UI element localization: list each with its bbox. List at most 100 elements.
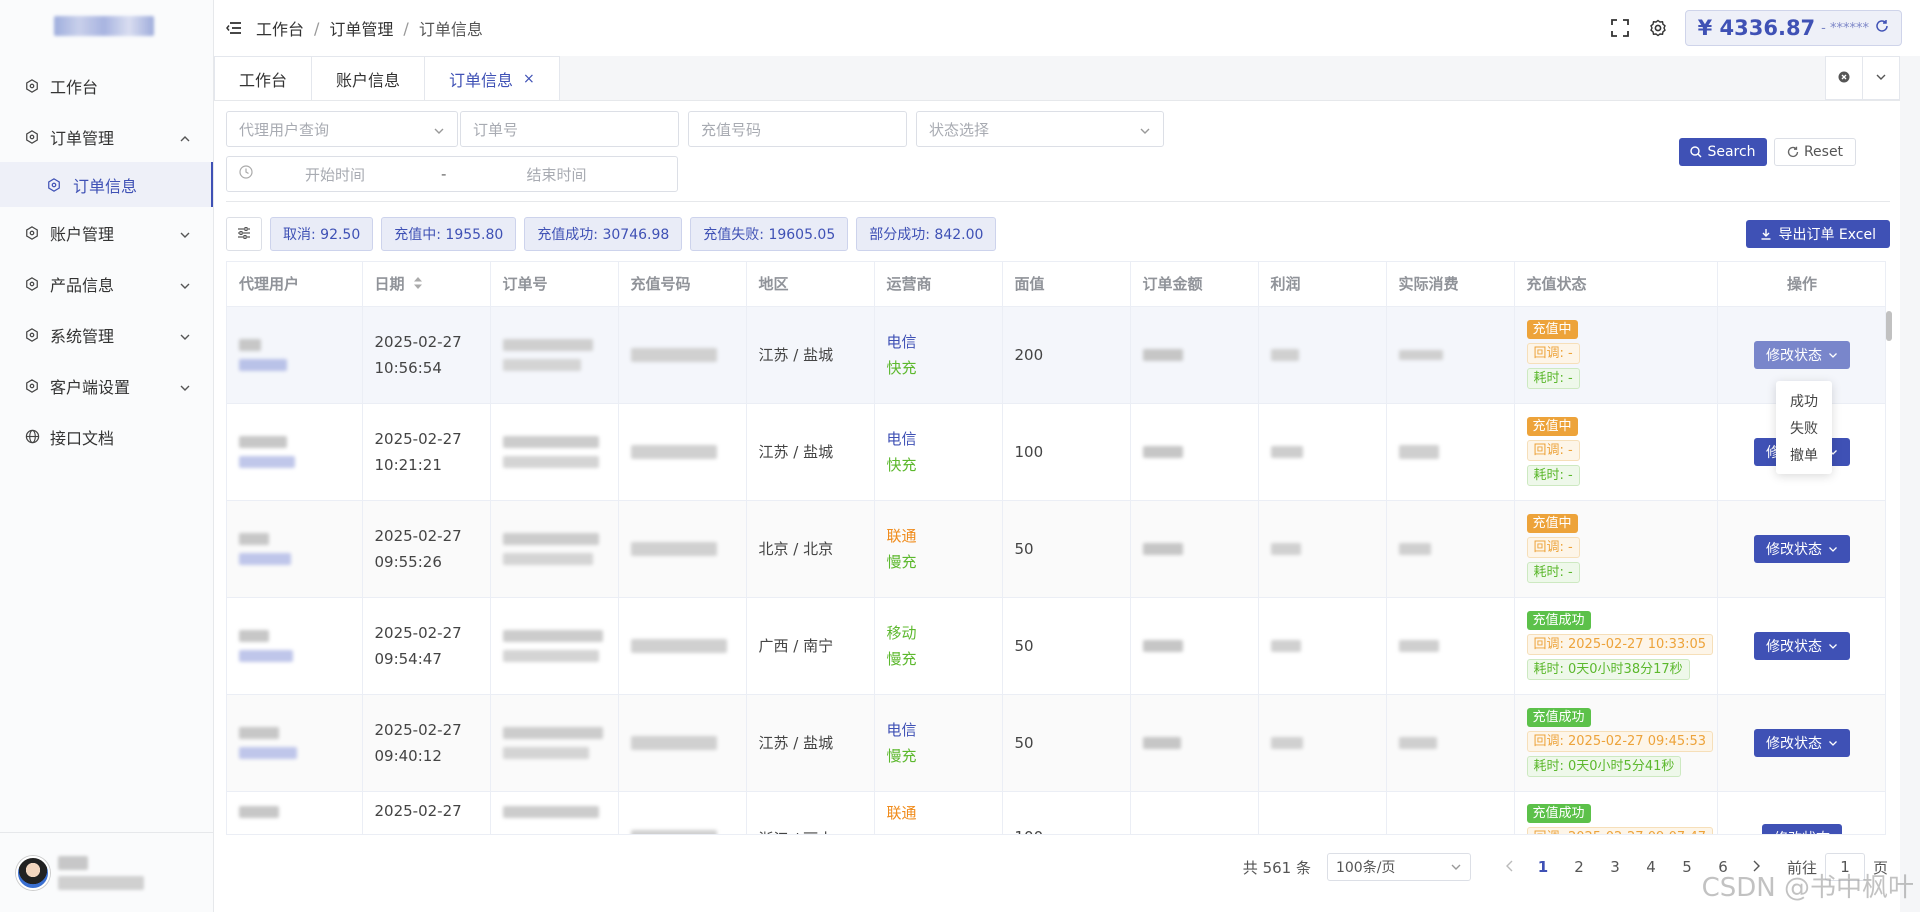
breadcrumb-item[interactable]: 订单管理: [329, 16, 393, 40]
balance-amount: ¥ 4336.87: [1697, 16, 1816, 40]
callback-badge: 回调: -: [1526, 343, 1580, 364]
chevron-down-icon: [1828, 544, 1838, 554]
order-amount-cell: [1130, 403, 1259, 501]
tab-order-info[interactable]: 订单信息 ×: [424, 56, 560, 100]
reset-button[interactable]: Reset: [1774, 138, 1856, 166]
page-size-select[interactable]: 100条/页: [1326, 853, 1471, 881]
table-row[interactable]: 2025-02-27 09:40:12 江苏 / 盐城 电信 慢充 50 充值成功回…: [227, 694, 1885, 792]
page-button[interactable]: 2: [1561, 858, 1597, 876]
recharge-number-cell: [618, 597, 747, 695]
column-header: 代理用户: [227, 262, 363, 307]
modify-status-button[interactable]: 修改状态: [1762, 823, 1842, 834]
date-range-picker[interactable]: 开始时间 - 结束时间: [226, 156, 678, 192]
end-time-placeholder: 结束时间: [526, 165, 587, 184]
agent-user-select[interactable]: 代理用户查询: [226, 111, 458, 147]
status-badge: 充值中: [1526, 417, 1578, 436]
order-number-placeholder: 订单号: [473, 120, 519, 139]
status-placeholder: 状态选择: [929, 120, 990, 139]
sort-icon[interactable]: [413, 276, 423, 294]
page-button[interactable]: 4: [1633, 858, 1669, 876]
tab-workbench[interactable]: 工作台: [214, 56, 313, 100]
face-value-cell: 50: [1002, 597, 1131, 695]
user-profile[interactable]: [0, 832, 214, 912]
callback-badge: 回调: -: [1526, 440, 1580, 461]
recharge-number-input[interactable]: 充值号码: [688, 111, 907, 147]
sidebar-item-order-info[interactable]: 订单信息: [0, 162, 213, 207]
order-number-input[interactable]: 订单号: [460, 111, 679, 147]
table-row[interactable]: 2025-02-27 10:21:21 江苏 / 盐城 电信 快充 100 充值中回…: [227, 403, 1885, 501]
breadcrumb-item[interactable]: 工作台: [256, 16, 304, 40]
table-scrollbar[interactable]: [1886, 311, 1892, 811]
agent-cell: [227, 306, 363, 404]
main-content: 代理用户查询 订单号 充值号码 状态选择 开始时间 - 结束时间 Search …: [214, 100, 1900, 912]
menu-fold-icon[interactable]: [226, 19, 244, 37]
watermark: CSDN @书中枫叶: [1701, 873, 1914, 903]
callback-badge: 回调: 2025-02-27 10:33:05: [1526, 634, 1714, 655]
action-cell: 修改状态: [1717, 791, 1885, 834]
sidebar-item-client-settings[interactable]: 客户端设置: [0, 360, 213, 411]
modify-status-button[interactable]: 修改状态: [1754, 728, 1850, 757]
gear-icon[interactable]: [1647, 17, 1669, 39]
page-button[interactable]: 5: [1669, 858, 1705, 876]
refresh-icon[interactable]: [1875, 19, 1889, 37]
column-header: 充值号码: [618, 262, 747, 307]
status-cell: 充值中 回调: - 耗时: -: [1514, 306, 1718, 404]
action-cell: 修改状态: [1717, 597, 1885, 695]
chevron-down-icon: [179, 227, 191, 239]
chevron-up-icon: [179, 131, 191, 143]
table-row[interactable]: 2025-02-27 浙江 / 丽水 联通 100 充值成功回调: 2025-0…: [227, 791, 1885, 834]
sidebar-item-account-management[interactable]: 账户管理: [0, 207, 213, 258]
fullscreen-icon[interactable]: [1609, 17, 1631, 39]
sidebar-item-label: 工作台: [50, 77, 99, 97]
table-row[interactable]: 2025-02-27 09:55:26 北京 / 北京 联通 慢充 50 充值中 回调…: [227, 500, 1885, 598]
chevron-down-icon: [1828, 350, 1838, 360]
export-excel-button[interactable]: 导出订单 Excel: [1746, 220, 1890, 248]
divider: [226, 201, 1890, 202]
search-button[interactable]: Search: [1679, 138, 1767, 166]
table-row[interactable]: 2025-02-27 10:56:54 江苏 / 盐城 电信 快充 200 充值中回…: [227, 306, 1885, 404]
status-badge: 充值成功: [1526, 803, 1591, 823]
status-select[interactable]: 状态选择: [916, 111, 1164, 147]
column-settings-button[interactable]: [226, 217, 262, 251]
modify-status-button[interactable]: 修改状态: [1754, 340, 1850, 369]
page-button[interactable]: 3: [1597, 858, 1633, 876]
range-separator: -: [441, 165, 447, 183]
sidebar-item-system-management[interactable]: 系统管理: [0, 309, 213, 360]
table-row[interactable]: 2025-02-27 09:54:47 广西 / 南宁 移动 慢充 50 充值成功回…: [227, 597, 1885, 695]
region-cell: 江苏 / 盐城: [746, 694, 875, 792]
close-icon[interactable]: ×: [523, 71, 535, 87]
column-header: 面值: [1002, 262, 1131, 307]
carrier-cell: 联通: [874, 791, 1003, 834]
scrollbar-thumb[interactable]: [1886, 311, 1892, 341]
chevron-down-icon: [433, 123, 445, 135]
callback-badge: 回调: 2025-02-27 09:07:47: [1526, 826, 1714, 834]
close-all-tabs-button[interactable]: [1825, 56, 1863, 100]
tab-account-info[interactable]: 账户信息: [311, 56, 426, 100]
dropdown-item-cancel[interactable]: 撤单: [1776, 441, 1832, 468]
avatar[interactable]: [16, 855, 50, 890]
column-header-date[interactable]: 日期: [362, 262, 491, 307]
sidebar-item-order-management[interactable]: 订单管理: [0, 111, 213, 162]
tabs-menu-button[interactable]: [1862, 56, 1900, 100]
modify-status-button[interactable]: 修改状态: [1754, 631, 1850, 660]
breadcrumb-separator: /: [403, 18, 409, 38]
sidebar-item-api-docs[interactable]: 接口文档: [0, 411, 213, 462]
sidebar-item-product-info[interactable]: 产品信息: [0, 258, 213, 309]
date-cell: 2025-02-27 09:40:12: [362, 694, 491, 792]
dropdown-item-success[interactable]: 成功: [1776, 387, 1832, 414]
status-cell: 充值中 回调: - 耗时: -: [1514, 403, 1718, 501]
page-button[interactable]: 1: [1525, 858, 1561, 876]
dropdown-item-fail[interactable]: 失败: [1776, 414, 1832, 441]
duration-badge: 耗时: -: [1526, 562, 1580, 583]
agent-cell: [227, 403, 363, 501]
modify-status-button[interactable]: 修改状态: [1754, 534, 1850, 563]
actual-cost-cell: [1386, 500, 1515, 598]
prev-page-button[interactable]: [1495, 858, 1525, 876]
duration-badge: 耗时: -: [1526, 368, 1580, 389]
date-cell: 2025-02-27 09:55:26: [362, 500, 491, 598]
reset-label: Reset: [1803, 144, 1844, 160]
app-logo[interactable]: [0, 0, 213, 52]
sidebar-item-workbench[interactable]: 工作台: [0, 60, 213, 111]
header-tools: ¥ 4336.87 - ******: [1609, 10, 1902, 46]
duration-badge: 耗时: 0天0小时38分17秒: [1526, 659, 1690, 680]
